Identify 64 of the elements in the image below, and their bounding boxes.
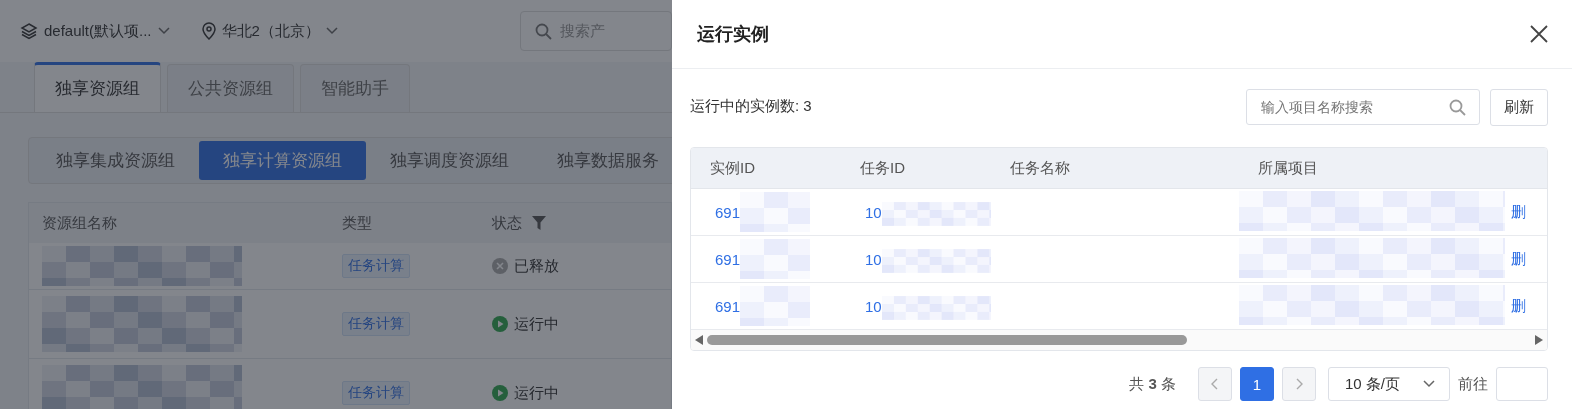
- search-field[interactable]: 输入项目名称搜索: [1246, 89, 1480, 125]
- segment-tab[interactable]: 独享集成资源组: [32, 141, 199, 180]
- column-header: 任务ID: [859, 158, 906, 178]
- instance-id-link[interactable]: 691: [715, 203, 741, 221]
- page-size-select[interactable]: 10 条/页: [1328, 367, 1450, 401]
- page-button[interactable]: 1: [1240, 367, 1274, 401]
- drawer-title: 运行实例: [697, 23, 769, 46]
- chevron-left-icon: [1211, 378, 1219, 390]
- chevron-down-icon: [157, 27, 170, 35]
- segment-tab[interactable]: 独享调度资源组: [366, 141, 533, 180]
- delete-link[interactable]: 删: [1511, 202, 1526, 220]
- horizontal-scrollbar[interactable]: [691, 330, 1547, 350]
- tab[interactable]: 独享资源组: [34, 62, 161, 112]
- scroll-right-icon[interactable]: [1535, 335, 1543, 345]
- blurred-text: [740, 286, 811, 326]
- page-input[interactable]: [1496, 367, 1548, 401]
- instance-count: 运行中的实例数: 3: [690, 96, 812, 116]
- scroll-left-icon[interactable]: [695, 335, 703, 345]
- status-text: 已释放: [514, 256, 559, 276]
- chevron-down-icon: [325, 27, 338, 35]
- task-id-link[interactable]: 10: [865, 203, 882, 221]
- close-icon: [1530, 25, 1548, 43]
- delete-link[interactable]: 删: [1511, 249, 1526, 267]
- column-header: 实例ID: [709, 158, 756, 178]
- instance-id-link[interactable]: 691: [715, 297, 741, 315]
- type-tag: 任务计算: [342, 312, 410, 336]
- column-header: 资源组名称: [41, 213, 118, 233]
- tab[interactable]: 智能助手: [300, 64, 410, 112]
- type-tag: 任务计算: [342, 254, 410, 278]
- type-tag: 任务计算: [342, 381, 410, 405]
- goto-label: 前往: [1458, 374, 1488, 394]
- blurred-text: [740, 239, 811, 279]
- task-id-link[interactable]: 10: [865, 297, 882, 315]
- column-header: 状态: [491, 213, 522, 233]
- play-circle-icon: [492, 316, 508, 332]
- task-id-link[interactable]: 10: [865, 250, 882, 268]
- next-page-button[interactable]: [1282, 367, 1316, 401]
- project-selector[interactable]: default(默认项...: [44, 21, 152, 41]
- instance-id-link[interactable]: 691: [715, 250, 741, 268]
- modal-overlay[interactable]: [0, 0, 672, 409]
- previous-page-button[interactable]: [1198, 367, 1232, 401]
- location-pin-icon: [201, 22, 216, 40]
- delete-link[interactable]: 删: [1511, 296, 1526, 314]
- segment-tab[interactable]: 独享数据服务: [533, 141, 672, 180]
- column-header: 所属项目: [1257, 158, 1319, 178]
- layers-icon: [20, 22, 38, 40]
- segment-tab[interactable]: 独享计算资源组: [199, 141, 366, 180]
- close-button[interactable]: [1530, 25, 1548, 43]
- status-text: 运行中: [514, 383, 559, 403]
- status-text: 运行中: [514, 314, 559, 334]
- chevron-right-icon: [1295, 378, 1303, 390]
- cross-circle-icon: [492, 258, 508, 274]
- total-count: 共 3 条: [1129, 374, 1176, 394]
- tab[interactable]: 公共资源组: [167, 64, 294, 112]
- column-header: 类型: [341, 213, 373, 233]
- blurred-text: [740, 192, 811, 232]
- chevron-down-icon: [1423, 380, 1435, 388]
- search-icon: [1449, 99, 1466, 116]
- column-header: 任务名称: [1009, 158, 1071, 178]
- refresh-button[interactable]: 刷新: [1490, 89, 1548, 126]
- filter-icon[interactable]: [532, 216, 546, 230]
- play-circle-icon: [492, 385, 508, 401]
- region-selector[interactable]: 华北2（北京）: [221, 21, 320, 41]
- search-icon: [534, 22, 552, 40]
